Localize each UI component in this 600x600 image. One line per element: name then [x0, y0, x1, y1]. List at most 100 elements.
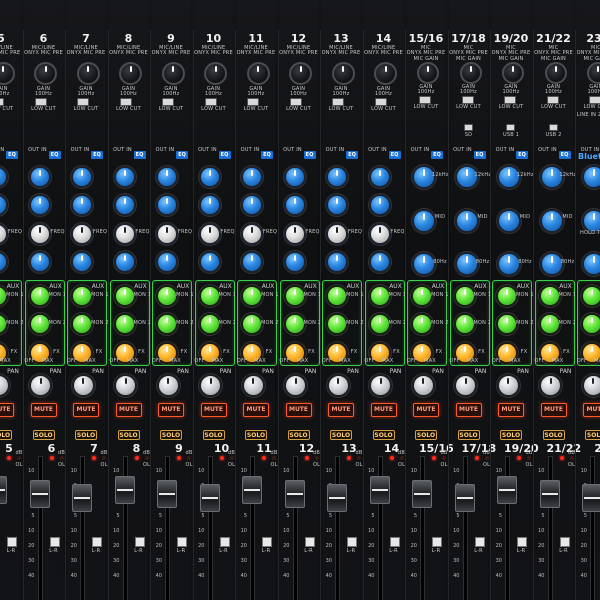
channel-fader[interactable]: [114, 476, 135, 504]
lr-assign-button[interactable]: [347, 537, 357, 547]
gain-knob[interactable]: [331, 61, 355, 85]
mon1-send-knob[interactable]: [241, 285, 263, 307]
eq-mid-knob[interactable]: [412, 209, 436, 233]
mute-button[interactable]: MUTE: [115, 403, 142, 417]
channel-fader[interactable]: [582, 484, 600, 512]
lr-assign-button[interactable]: [49, 537, 60, 547]
eq-mid-knob[interactable]: [241, 194, 263, 216]
eq-low-knob[interactable]: [28, 251, 51, 273]
low-cut-switch[interactable]: [504, 96, 516, 104]
gain-knob[interactable]: [204, 61, 227, 85]
mon2-send-knob[interactable]: [368, 313, 391, 335]
eq-mid-knob[interactable]: [368, 194, 391, 216]
channel-fader[interactable]: [157, 480, 177, 508]
eq-low-knob[interactable]: [156, 251, 178, 273]
solo-button[interactable]: SOLO: [32, 430, 55, 440]
mute-button[interactable]: MUTE: [158, 403, 184, 417]
low-cut-switch[interactable]: [289, 98, 302, 106]
eq-freq-knob[interactable]: [241, 223, 263, 245]
mute-button[interactable]: MUTE: [370, 403, 397, 417]
solo-button[interactable]: SOLO: [542, 430, 565, 440]
mon1-send-knob[interactable]: [453, 285, 476, 307]
gain-knob[interactable]: [119, 61, 142, 85]
eq-low-knob[interactable]: [113, 251, 136, 273]
lr-assign-button[interactable]: [389, 537, 400, 547]
eq-hi-knob[interactable]: [582, 165, 600, 189]
channel-fader[interactable]: [284, 480, 305, 508]
mon2-send-knob[interactable]: [71, 313, 93, 335]
eq-button[interactable]: EQ: [303, 151, 316, 159]
input-select-switch[interactable]: [506, 124, 515, 131]
lr-assign-button[interactable]: [7, 537, 17, 547]
solo-button[interactable]: SOLO: [585, 430, 600, 440]
eq-button[interactable]: EQ: [346, 151, 358, 159]
gain-knob[interactable]: [34, 61, 57, 85]
mon1-send-knob[interactable]: [198, 285, 221, 307]
low-cut-switch[interactable]: [546, 96, 559, 104]
eq-freq-knob[interactable]: [28, 223, 51, 245]
low-cut-switch[interactable]: [332, 98, 344, 106]
eq-mid-knob[interactable]: [71, 194, 93, 216]
solo-button[interactable]: SOLO: [245, 430, 267, 440]
lr-assign-button[interactable]: [262, 537, 272, 547]
mon2-send-knob[interactable]: [581, 313, 600, 335]
mon2-send-knob[interactable]: [496, 313, 518, 335]
mute-button[interactable]: MUTE: [200, 403, 227, 417]
mute-button[interactable]: MUTE: [498, 403, 524, 417]
channel-fader[interactable]: [497, 476, 517, 504]
channel-fader[interactable]: [0, 476, 7, 504]
low-cut-switch[interactable]: [461, 96, 474, 104]
mon1-send-knob[interactable]: [113, 285, 136, 307]
lr-assign-button[interactable]: [134, 537, 145, 547]
mute-button[interactable]: MUTE: [540, 403, 567, 417]
low-cut-switch[interactable]: [589, 96, 600, 104]
low-cut-switch[interactable]: [374, 98, 387, 106]
solo-button[interactable]: SOLO: [75, 430, 97, 440]
eq-button[interactable]: EQ: [91, 151, 103, 159]
mon2-send-knob[interactable]: [326, 313, 348, 335]
input-select-switch[interactable]: [548, 124, 558, 131]
gain-knob[interactable]: [76, 61, 100, 85]
pan-knob[interactable]: [114, 373, 137, 397]
eq-hi-knob[interactable]: [156, 166, 178, 188]
eq-hi-knob[interactable]: [241, 166, 263, 188]
eq-button[interactable]: EQ: [218, 151, 231, 159]
mon2-send-knob[interactable]: [453, 313, 476, 335]
pan-knob[interactable]: [369, 373, 392, 397]
eq-freq-knob[interactable]: [368, 223, 391, 245]
solo-button[interactable]: SOLO: [372, 430, 395, 440]
channel-fader[interactable]: [72, 484, 92, 512]
pan-knob[interactable]: [71, 373, 95, 397]
mic-gain-knob[interactable]: [417, 62, 439, 84]
eq-hi-knob[interactable]: [198, 166, 221, 188]
eq-button[interactable]: EQ: [431, 151, 443, 159]
eq-mid-knob[interactable]: [28, 194, 51, 216]
low-cut-switch[interactable]: [77, 98, 89, 106]
gain-knob[interactable]: [374, 61, 397, 85]
eq-mid-knob[interactable]: [198, 194, 221, 216]
gain-knob[interactable]: [246, 61, 270, 85]
eq-mid-knob[interactable]: [156, 194, 178, 216]
eq-button[interactable]: EQ: [133, 151, 146, 159]
channel-fader[interactable]: [29, 480, 50, 508]
pan-knob[interactable]: [156, 373, 180, 397]
eq-low-knob[interactable]: [241, 251, 263, 273]
solo-button[interactable]: SOLO: [500, 430, 522, 440]
low-cut-switch[interactable]: [162, 98, 174, 106]
mon2-send-knob[interactable]: [411, 313, 433, 335]
channel-fader[interactable]: [199, 484, 220, 512]
pan-knob[interactable]: [29, 373, 52, 397]
eq-low-knob[interactable]: [582, 252, 600, 276]
mon1-send-knob[interactable]: [411, 285, 433, 307]
mon2-send-knob[interactable]: [198, 313, 221, 335]
low-cut-switch[interactable]: [204, 98, 217, 106]
gain-knob[interactable]: [161, 61, 185, 85]
pan-knob[interactable]: [411, 373, 435, 397]
mute-button[interactable]: MUTE: [285, 403, 312, 417]
mute-button[interactable]: MUTE: [583, 403, 600, 417]
pan-knob[interactable]: [539, 373, 562, 397]
solo-button[interactable]: SOLO: [117, 430, 140, 440]
eq-mid-knob[interactable]: [326, 194, 348, 216]
pan-knob[interactable]: [241, 373, 265, 397]
low-cut-switch[interactable]: [419, 96, 431, 104]
